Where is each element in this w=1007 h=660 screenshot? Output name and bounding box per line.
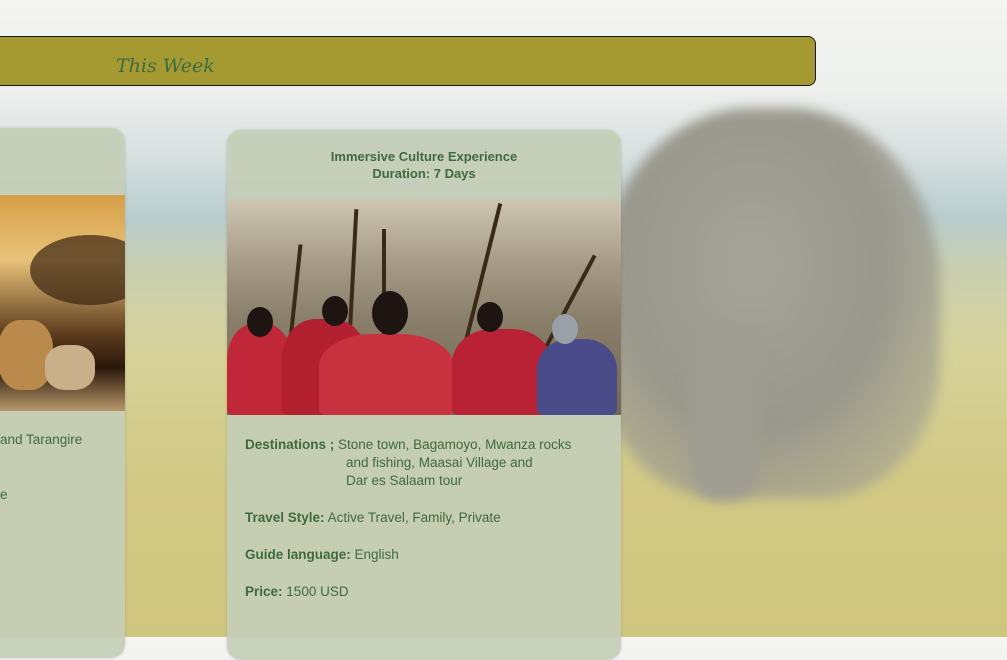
this-week-banner: This Week bbox=[0, 36, 816, 86]
background-elephant bbox=[600, 108, 940, 498]
lion bbox=[0, 320, 53, 390]
tour-duration: Duration: 7 Days bbox=[372, 166, 476, 181]
destinations-fragment: and Tarangire bbox=[0, 432, 83, 447]
destinations-line: Dar es Salaam tour bbox=[346, 473, 463, 488]
travel-style-label: Travel Style: bbox=[245, 510, 325, 525]
destinations-label: Destinations ; bbox=[245, 437, 335, 452]
destinations-line: and fishing, Maasai Village and bbox=[346, 455, 533, 470]
price-value: 1500 USD bbox=[286, 584, 349, 599]
text-fragment: e bbox=[0, 487, 8, 502]
destinations-line: Stone town, Bagamoyo, Mwanza rocks bbox=[338, 437, 572, 452]
guide-language-value: English bbox=[354, 547, 399, 562]
price-label: Price: bbox=[245, 584, 283, 599]
leopard bbox=[45, 345, 95, 390]
tour-title: Immersive Culture Experience bbox=[330, 149, 518, 164]
background-elephant-trunk bbox=[690, 330, 760, 500]
tour-card-immersive-culture[interactable]: Immersive Culture Experience Duration: 7… bbox=[227, 130, 621, 660]
lion-leopard-photo bbox=[0, 195, 125, 411]
maasai-warriors-photo bbox=[227, 199, 621, 415]
guide-language-label: Guide language: bbox=[245, 547, 351, 562]
acacia-tree bbox=[30, 235, 125, 305]
travel-style-value: Active Travel, Family, Private bbox=[327, 510, 501, 525]
banner-title: This Week bbox=[116, 55, 215, 77]
tour-card-partial[interactable]: and Tarangire e bbox=[0, 128, 125, 658]
